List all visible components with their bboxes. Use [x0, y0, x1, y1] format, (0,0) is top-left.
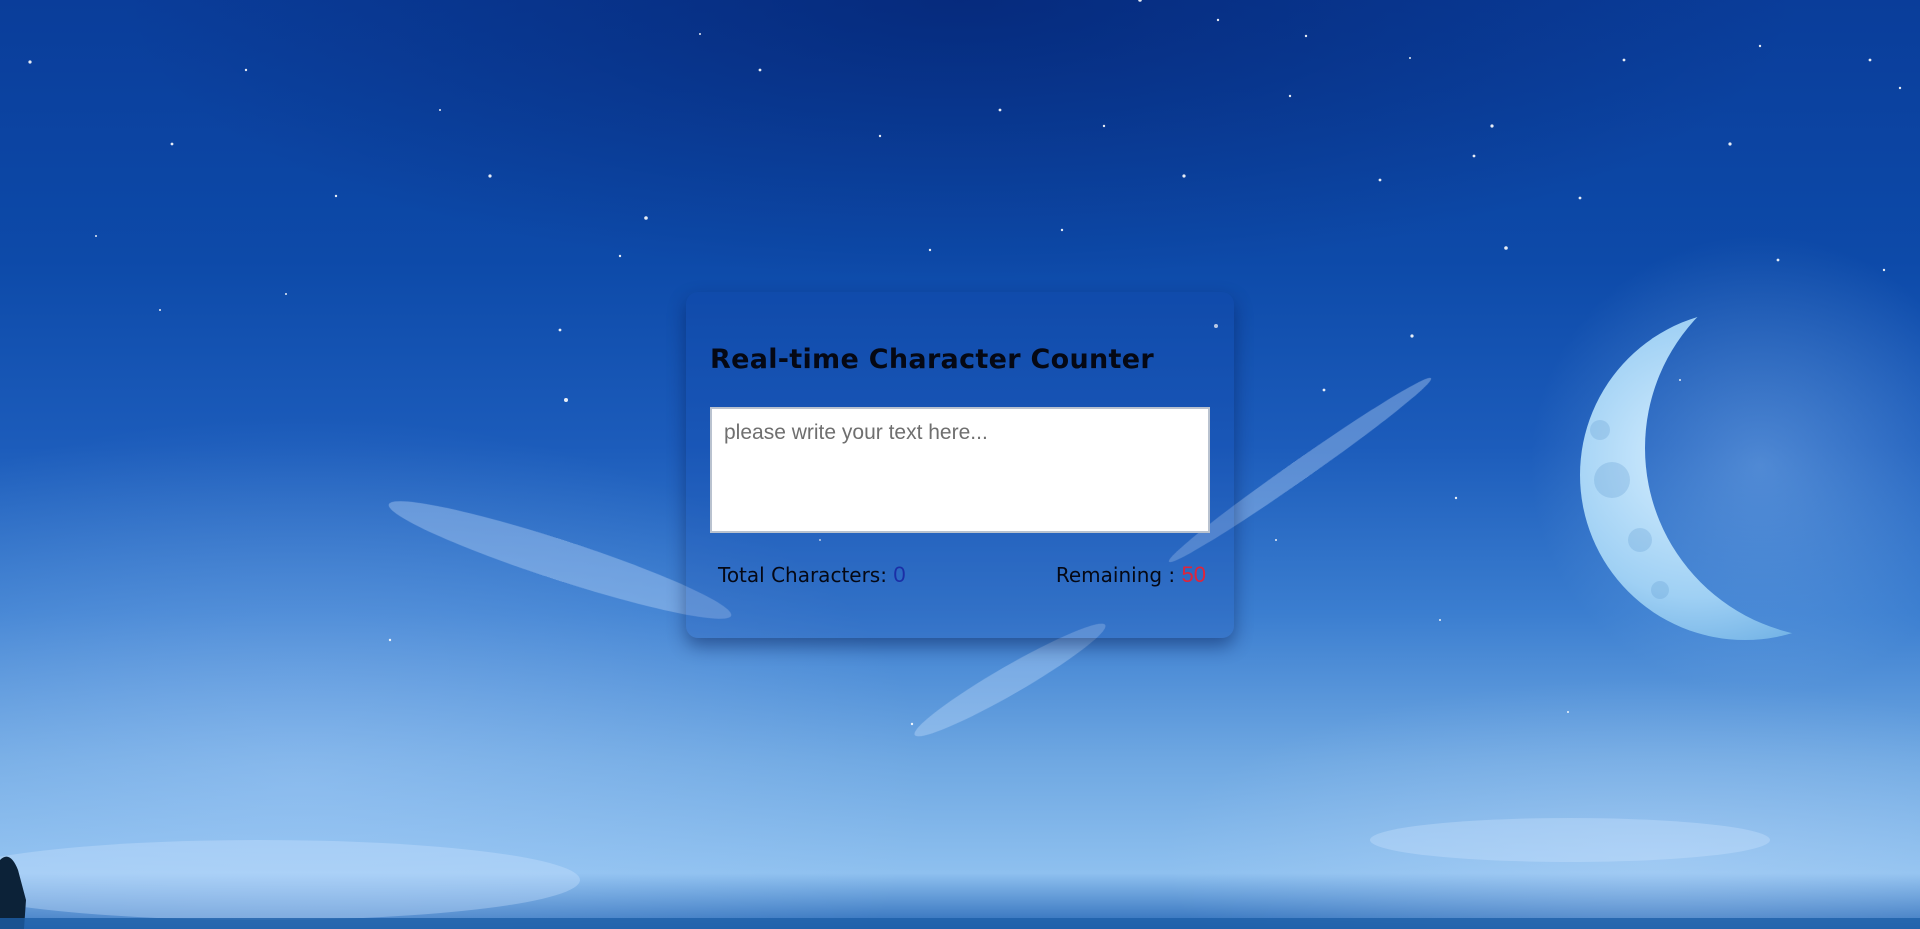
background-scene: Real-time Character Counter Total Charac… — [0, 0, 1920, 929]
counter-stats: Total Characters: 0 Remaining : 50 — [718, 562, 1206, 588]
total-characters-label: Total Characters: — [718, 563, 894, 587]
character-counter-card: Real-time Character Counter Total Charac… — [686, 292, 1234, 638]
total-characters-stat: Total Characters: 0 — [718, 562, 906, 588]
crescent-moon-icon — [1580, 310, 1910, 640]
remaining-characters-stat: Remaining : 50 — [1056, 562, 1206, 588]
card-title: Real-time Character Counter — [710, 344, 1154, 375]
text-input-area[interactable] — [710, 407, 1210, 533]
remaining-characters-label: Remaining : — [1055, 563, 1182, 587]
remaining-characters-value: 50 — [1181, 562, 1206, 587]
total-characters-value: 0 — [893, 562, 906, 587]
